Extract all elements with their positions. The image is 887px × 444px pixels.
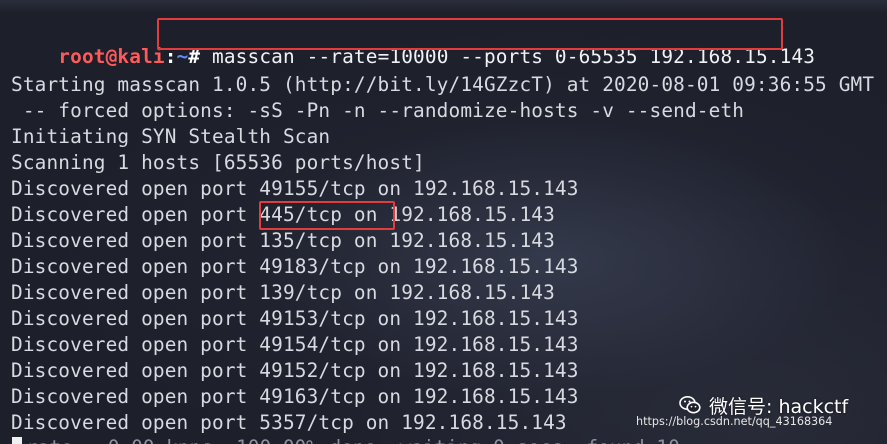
discovered-port-line: Discovered open port 49154/tcp on 192.16…: [11, 333, 579, 356]
discovered-port-line: Discovered open port 139/tcp on 192.168.…: [11, 281, 555, 304]
partial-status-line: rate: 0.00-kpps, 100.00% done, waiting 0…: [26, 436, 680, 444]
discovered-port-line: Discovered open port 5357/tcp on 192.168…: [11, 411, 567, 434]
terminal-window[interactable]: root@kali:~# masscan --rate=10000 --port…: [0, 0, 887, 444]
output-starting-line: Starting masscan 1.0.5 (http://bit.ly/14…: [11, 73, 875, 96]
discovered-port-line: Discovered open port 49163/tcp on 192.16…: [11, 385, 579, 408]
blog-url-watermark: https://blog.csdn.net/qq_43168364: [636, 415, 833, 428]
command-highlight-box: [157, 18, 783, 50]
output-scanning-line: Scanning 1 hosts [65536 ports/host]: [11, 151, 425, 174]
scrolled-off-line-fade: [0, 0, 887, 14]
port-445-highlight-box: [259, 201, 395, 230]
output-forced-options-line: -- forced options: -sS -Pn -n --randomiz…: [11, 99, 745, 122]
terminal-cursor: [12, 437, 22, 444]
prompt-at: @: [105, 45, 118, 68]
discovered-port-line: Discovered open port 49153/tcp on 192.16…: [11, 307, 579, 330]
discovered-port-line: Discovered open port 49183/tcp on 192.16…: [11, 255, 579, 278]
discovered-port-line: Discovered open port 135/tcp on 192.168.…: [11, 229, 555, 252]
prompt-user: root: [58, 45, 106, 68]
wechat-icon: [679, 396, 701, 414]
discovered-port-line: Discovered open port 49155/tcp on 192.16…: [11, 177, 579, 200]
output-initiating-line: Initiating SYN Stealth Scan: [11, 125, 331, 148]
discovered-port-line: Discovered open port 49152/tcp on 192.16…: [11, 359, 579, 382]
